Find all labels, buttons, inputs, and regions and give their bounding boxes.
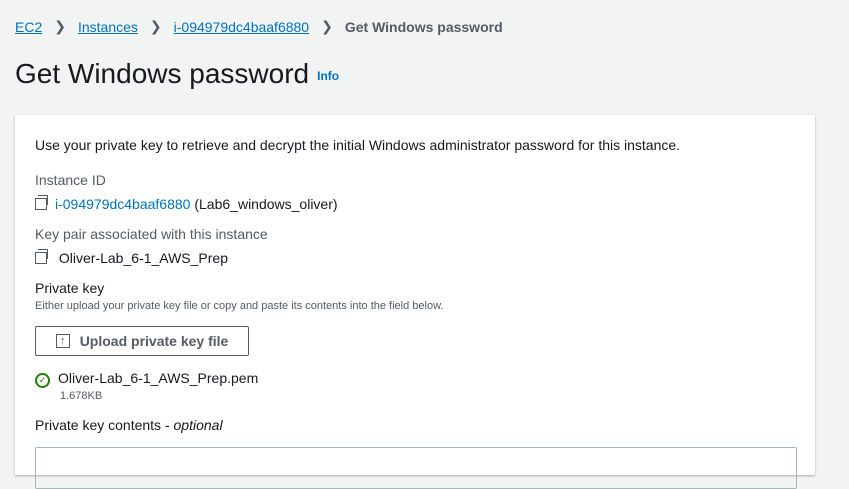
key-pair-name: Oliver-Lab_6-1_AWS_Prep: [58, 250, 229, 266]
check-circle-icon: ✓: [35, 373, 50, 388]
instance-id-label: Instance ID: [35, 172, 106, 188]
upload-icon: ↑: [55, 334, 70, 348]
key-pair-row: Oliver-Lab_6-1_AWS_Prep: [35, 249, 229, 266]
file-size: 1.678KB: [60, 390, 103, 402]
instance-id-row: i-094979dc4baaf6880 (Lab6_windows_oliver…: [35, 195, 338, 212]
chevron-right-icon: ❯: [321, 18, 333, 34]
copy-icon[interactable]: [35, 249, 48, 264]
page-title: Get Windows password Info: [15, 58, 339, 90]
private-key-hint: Either upload your private key file or c…: [35, 300, 444, 312]
key-pair-label: Key pair associated with this instance: [35, 226, 268, 242]
upload-private-key-button[interactable]: ↑ Upload private key file: [35, 326, 249, 356]
instance-id-link[interactable]: i-094979dc4baaf6880: [55, 196, 190, 212]
breadcrumb-instances[interactable]: Instances: [78, 19, 138, 35]
instance-name: (Lab6_windows_oliver): [194, 196, 338, 212]
breadcrumb-ec2[interactable]: EC2: [15, 19, 42, 35]
upload-button-label: Upload private key file: [79, 333, 229, 349]
chevron-right-icon: ❯: [54, 18, 66, 34]
private-key-label: Private key: [35, 280, 105, 296]
private-key-contents-textarea[interactable]: [35, 447, 797, 489]
chevron-right-icon: ❯: [149, 18, 162, 34]
breadcrumb: EC2 ❯ Instances ❯ i-094979dc4baaf6880 ❯ …: [15, 18, 503, 35]
file-name: Oliver-Lab_6-1_AWS_Prep.pem: [58, 370, 259, 386]
contents-label: Private key contents - optional: [35, 417, 223, 433]
password-card: Use your private key to retrieve and dec…: [15, 115, 815, 489]
page-title-text: Get Windows password: [15, 58, 310, 89]
contents-label-text: Private key contents -: [35, 417, 174, 433]
breadcrumb-instance-id[interactable]: i-094979dc4baaf6880: [174, 19, 309, 35]
copy-icon[interactable]: [35, 195, 48, 210]
description: Use your private key to retrieve and dec…: [35, 137, 681, 153]
breadcrumb-current: Get Windows password: [344, 18, 503, 35]
optional-label: optional: [173, 417, 223, 433]
info-link[interactable]: Info: [317, 69, 339, 83]
uploaded-file: ✓ Oliver-Lab_6-1_AWS_Prep.pem: [35, 370, 258, 388]
